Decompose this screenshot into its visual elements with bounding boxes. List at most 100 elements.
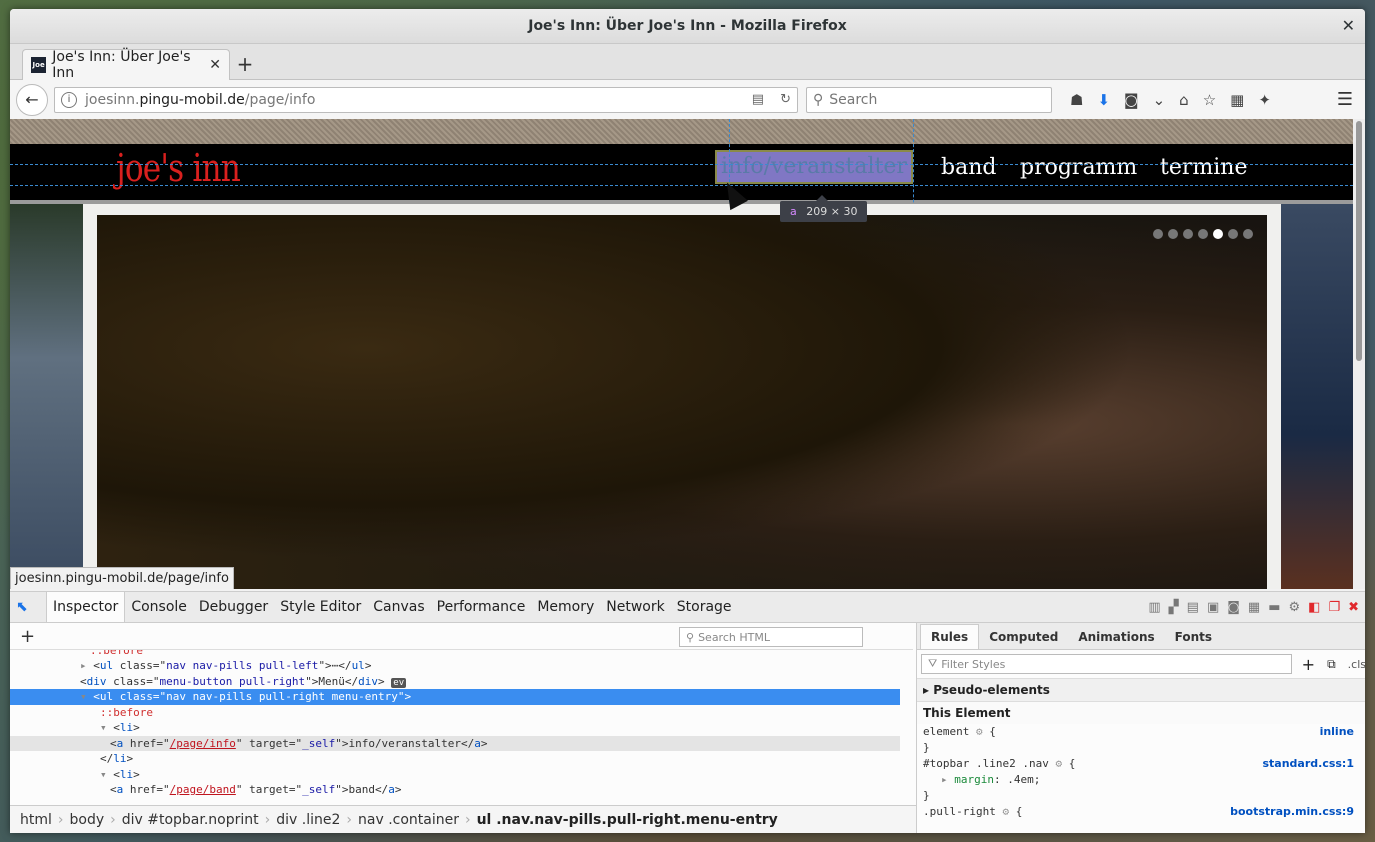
menu-link-programm[interactable]: programm	[1020, 155, 1137, 180]
rule-selector[interactable]: element ⚙ {inline	[917, 724, 1365, 740]
element-picker-icon[interactable]: ⬉	[16, 599, 38, 615]
markup-tree[interactable]: ::before ▸ <ul class="nav nav-pills pull-…	[10, 650, 900, 802]
slider-dot[interactable]	[1198, 229, 1208, 239]
breadcrumb-item[interactable]: div #topbar.noprint	[116, 812, 265, 828]
rule-source-link[interactable]: inline	[1320, 724, 1354, 740]
screenshot-tool-icon[interactable]: ◙	[1227, 600, 1240, 615]
markup-node[interactable]: ▾ <li>	[10, 720, 900, 736]
bookmark-star-icon[interactable]: ☆	[1203, 91, 1216, 109]
new-tab-button[interactable]: +	[230, 49, 260, 79]
filter-icon: ⛛	[928, 657, 938, 670]
tab-title: Joe's Inn: Über Joe's Inn	[52, 49, 191, 81]
event-badge[interactable]: ev	[391, 677, 407, 688]
slider-dot[interactable]	[1183, 229, 1193, 239]
downloads-icon[interactable]: ⬇	[1097, 91, 1110, 109]
breadcrumb-item[interactable]: div .line2	[270, 812, 346, 828]
slider-photo[interactable]	[97, 215, 1267, 589]
tab-memory[interactable]: Memory	[531, 592, 600, 622]
markup-node[interactable]: ::before	[10, 650, 900, 658]
reader-view-icon[interactable]: ▤	[752, 92, 764, 107]
markup-node[interactable]: </li>	[10, 751, 900, 767]
site-info-icon[interactable]: i	[61, 91, 77, 108]
breadcrumb-item[interactable]: body	[64, 812, 111, 828]
tab-storage[interactable]: Storage	[671, 592, 738, 622]
toggle-pseudo-class-icon[interactable]: ⧉	[1327, 657, 1336, 672]
browser-tab[interactable]: Joe Joe's Inn: Über Joe's Inn ✕	[22, 49, 230, 81]
rule-close: }	[923, 741, 930, 754]
add-node-icon[interactable]: +	[20, 626, 35, 647]
slider-dot[interactable]	[1228, 229, 1238, 239]
search-html-input[interactable]: ⚲ Search HTML	[679, 627, 863, 647]
window-close-button[interactable]: ✕	[1342, 16, 1355, 35]
rule-declaration[interactable]: ▸ margin: .4em;	[917, 772, 1365, 788]
scrollbar-thumb[interactable]	[1356, 121, 1362, 361]
close-tab-icon[interactable]: ✕	[209, 57, 221, 73]
markup-node[interactable]: ▸ <ul class="nav nav-pills pull-left">⋯<…	[10, 658, 900, 674]
breadcrumb-item[interactable]: html	[14, 812, 58, 828]
slider-dot[interactable]	[1243, 229, 1253, 239]
tab-inspector[interactable]: Inspector	[46, 592, 126, 622]
tab-console[interactable]: Console	[125, 592, 193, 622]
back-button[interactable]: ←	[16, 83, 48, 116]
rule-selector[interactable]: .pull-right ⚙ {bootstrap.min.css:9	[917, 804, 1365, 820]
tab-computed[interactable]: Computed	[979, 625, 1068, 649]
reload-icon[interactable]: ↻	[780, 92, 791, 107]
add-rule-icon[interactable]: +	[1302, 655, 1315, 674]
markup-node[interactable]: ▾ <ul class="nav nav-pills pull-right me…	[10, 689, 900, 705]
sidebar-panel: Rules Computed Animations Fonts ⛛ Filter…	[916, 623, 1365, 833]
menu-link-info[interactable]: info/veranstalter	[715, 150, 913, 184]
rule-source-link[interactable]: standard.css:1	[1262, 756, 1354, 772]
url-bar[interactable]: i joesinn. pingu-mobil.de/page/info ▤ ↻	[54, 86, 798, 113]
cls-button[interactable]: .cls	[1348, 658, 1365, 671]
markup-node[interactable]: ::before	[10, 705, 900, 721]
rule-source-link[interactable]: bootstrap.min.css:9	[1230, 804, 1354, 820]
screenshot-icon[interactable]: ◙	[1124, 91, 1139, 109]
favicon-icon: Joe	[31, 57, 47, 73]
tab-debugger[interactable]: Debugger	[193, 592, 274, 622]
tab-animations[interactable]: Animations	[1068, 625, 1164, 649]
tab-fonts[interactable]: Fonts	[1165, 625, 1222, 649]
breadcrumb-item[interactable]: nav .container	[352, 812, 465, 828]
extensions-icon[interactable]: ✦	[1258, 91, 1271, 109]
markup-node[interactable]: <a href="/page/info" target="_self">info…	[10, 735, 900, 751]
menu-link-termine[interactable]: termine	[1160, 155, 1247, 180]
pocket-icon[interactable]: ⌄	[1153, 91, 1166, 109]
dock-window-icon[interactable]: ❐	[1328, 600, 1340, 615]
bookmarks-list-icon[interactable]: ▦	[1230, 91, 1244, 109]
tab-performance[interactable]: Performance	[431, 592, 532, 622]
responsive-icon[interactable]: ▣	[1207, 600, 1219, 615]
settings-gear-icon[interactable]: ⚙	[1288, 600, 1300, 615]
grid-icon[interactable]: ▦	[1248, 600, 1260, 615]
tab-style-editor[interactable]: Style Editor	[274, 592, 367, 622]
dock-bottom-icon[interactable]: ◧	[1308, 600, 1320, 615]
titlebar: Joe's Inn: Über Joe's Inn - Mozilla Fire…	[10, 9, 1365, 44]
firefox-window: Joe's Inn: Über Joe's Inn - Mozilla Fire…	[10, 9, 1365, 833]
paint-icon[interactable]: ▞	[1169, 600, 1179, 615]
layout-icon[interactable]: ▥	[1148, 600, 1160, 615]
site-logo[interactable]: joe's inn	[116, 146, 241, 190]
breadcrumb-item[interactable]: ul .nav.nav-pills.pull-right.menu-entry	[471, 812, 784, 828]
search-icon: ⚲	[813, 91, 824, 108]
page-scrollbar[interactable]	[1353, 119, 1365, 589]
menu-icon[interactable]: ☰	[1337, 89, 1353, 110]
markup-node[interactable]: ▾ <li>	[10, 767, 900, 783]
pseudo-elements-header[interactable]: ▸ Pseudo-elements	[917, 678, 1365, 701]
rule-selector[interactable]: #topbar .line2 .nav ⚙ {standard.css:1	[917, 756, 1365, 772]
ruler-icon[interactable]: ▬	[1268, 600, 1280, 615]
scratchpad-icon[interactable]: ▤	[1187, 600, 1199, 615]
home-icon[interactable]: ⌂	[1179, 91, 1189, 109]
markup-node[interactable]: <a href="/page/band" target="_self">band…	[10, 782, 900, 798]
slider-dot[interactable]	[1168, 229, 1178, 239]
slider-dot[interactable]	[1213, 229, 1223, 239]
close-devtools-icon[interactable]: ✖	[1348, 600, 1359, 615]
tab-rules[interactable]: Rules	[920, 624, 980, 649]
search-bar[interactable]: ⚲ Search	[806, 86, 1052, 113]
tab-network[interactable]: Network	[600, 592, 670, 622]
slider-dot[interactable]	[1153, 229, 1163, 239]
private-browsing-icon[interactable]: ☗	[1070, 91, 1083, 109]
menu-link-band[interactable]: band	[941, 155, 996, 180]
filter-styles-input[interactable]: ⛛ Filter Styles	[921, 654, 1292, 674]
markup-node[interactable]: <div class="menu-button pull-right">Menü…	[10, 674, 900, 690]
url-prefix: joesinn.	[85, 91, 140, 108]
tab-canvas[interactable]: Canvas	[367, 592, 430, 622]
